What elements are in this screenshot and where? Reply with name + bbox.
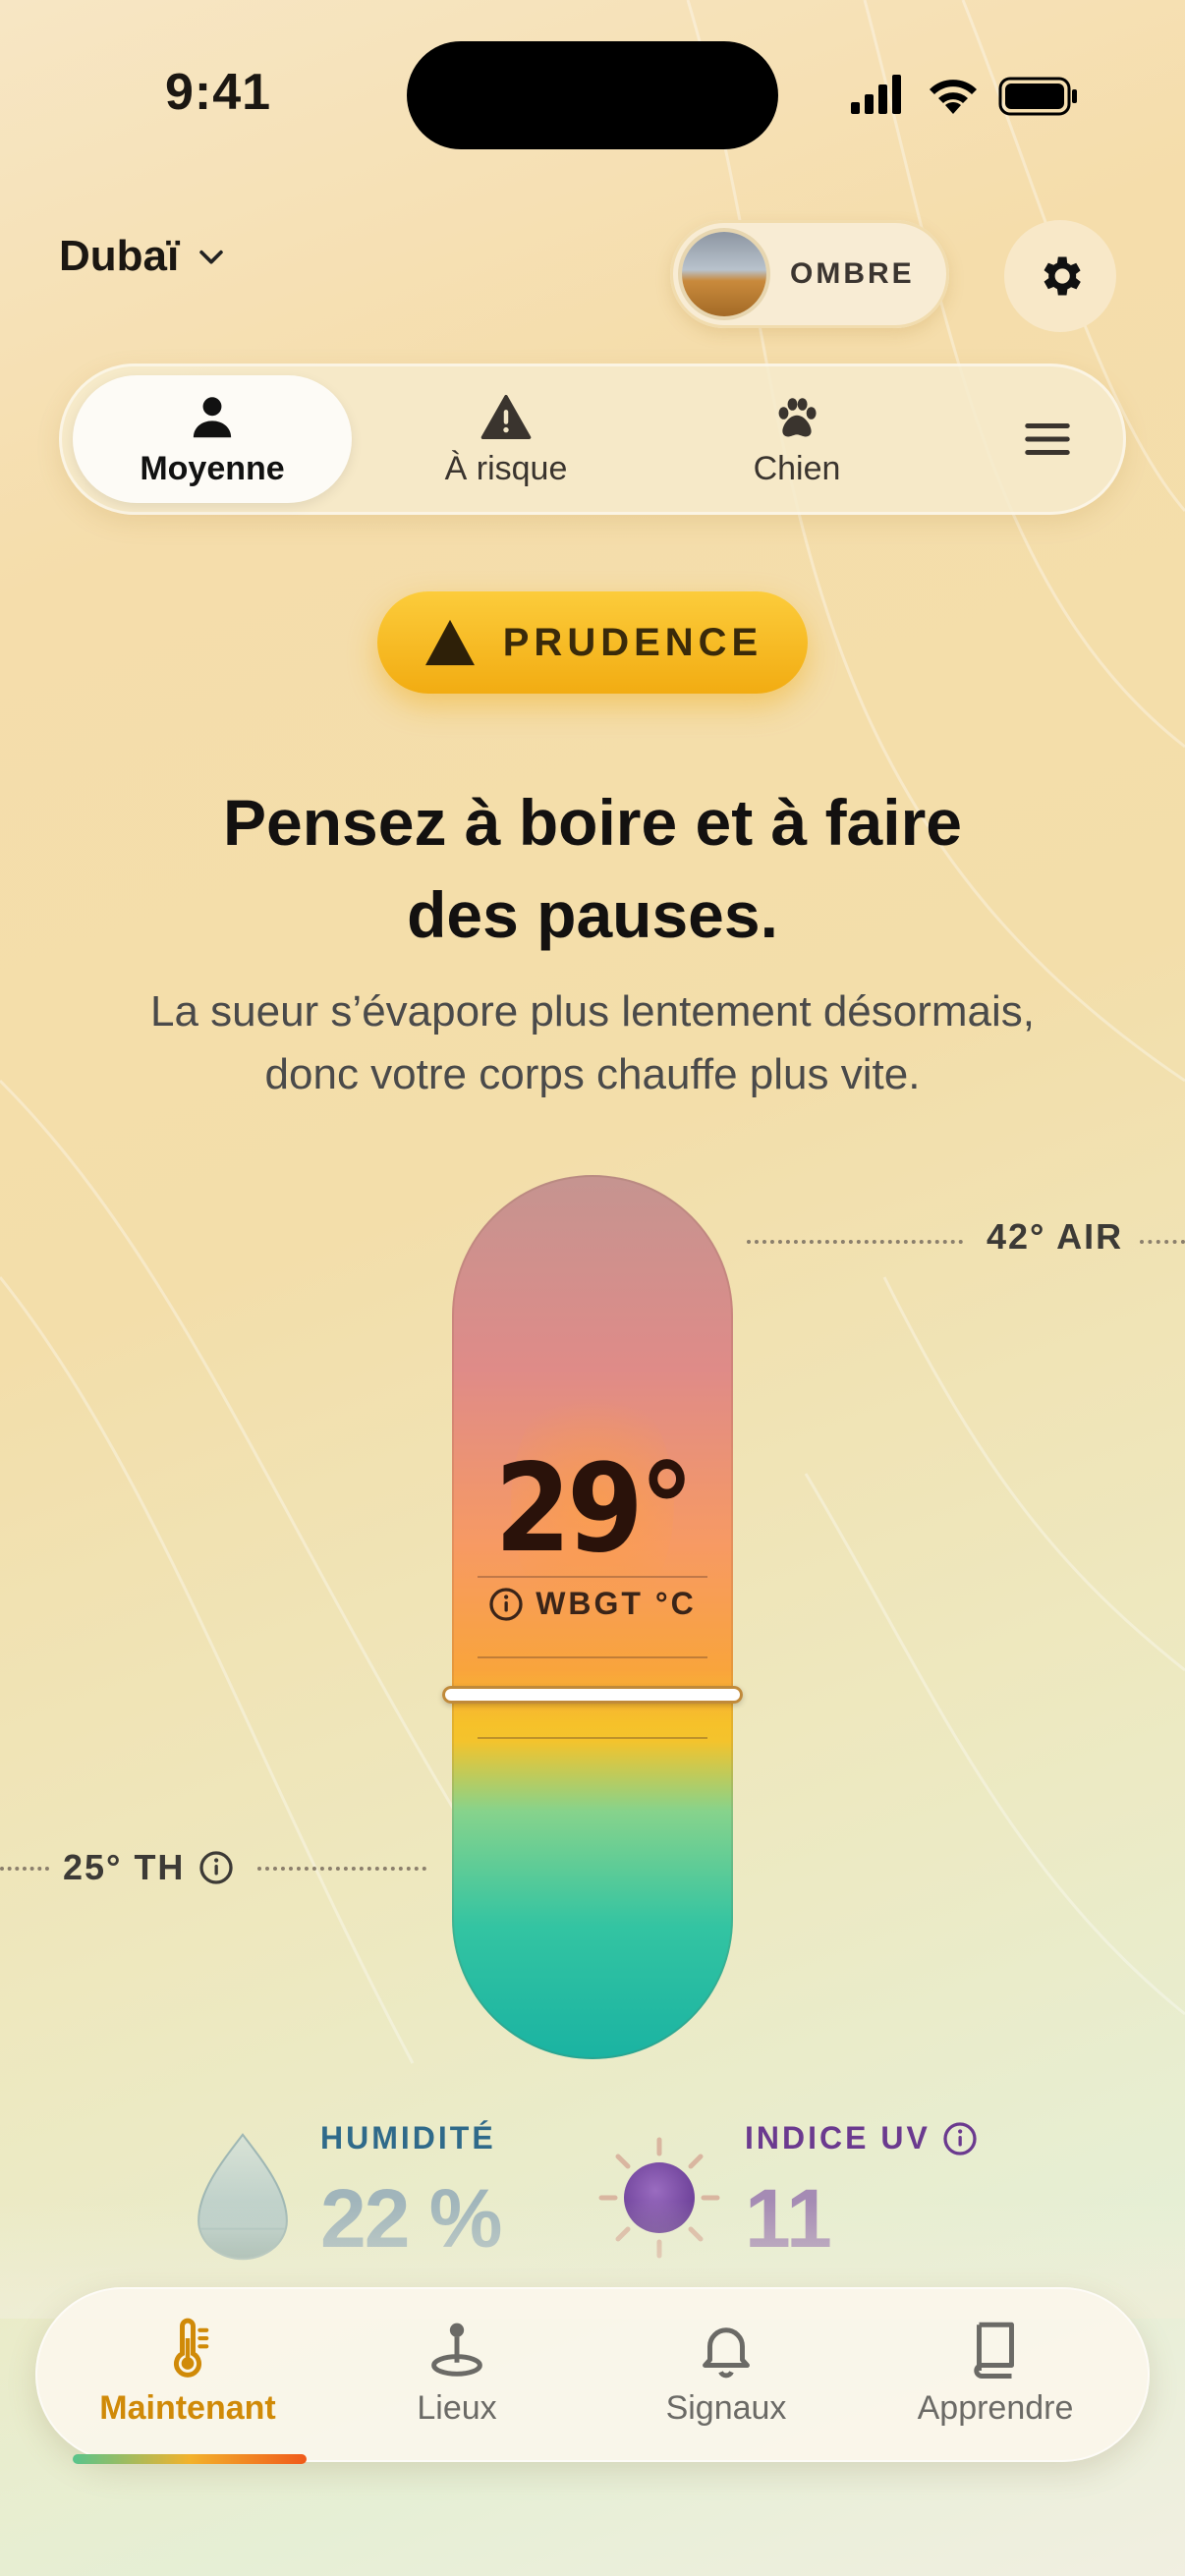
- dynamic-island: [407, 41, 778, 149]
- advice-explanation-line-2: donc votre corps chauffe plus vite.: [264, 1050, 921, 1098]
- info-icon: [199, 1851, 234, 1884]
- nav-learn[interactable]: Apprendre: [863, 2317, 1128, 2428]
- wifi-icon: [930, 80, 977, 114]
- status-time: 9:41: [165, 64, 272, 121]
- map-pin-icon: [431, 2323, 482, 2377]
- air-temp-dotted-line: [747, 1240, 963, 1244]
- wbgt-value: 29°: [494, 1438, 694, 1580]
- status-icons: [851, 75, 1077, 116]
- location-selector[interactable]: Dubaï: [59, 232, 228, 281]
- thermometer-divider: [478, 1737, 707, 1739]
- settings-button[interactable]: [1004, 220, 1116, 332]
- hamburger-menu-icon: [1025, 423, 1070, 455]
- bell-icon: [703, 2327, 750, 2379]
- tab-dog-label: Chien: [753, 449, 841, 487]
- tab-at-risk-label: À risque: [444, 449, 568, 487]
- th-dotted-line: [257, 1867, 426, 1871]
- shade-toggle-knob: [682, 232, 766, 316]
- book-icon: [974, 2322, 1014, 2379]
- warning-triangle-icon: [480, 394, 532, 439]
- info-icon: [489, 1587, 523, 1621]
- wbgt-unit[interactable]: WBGT °C: [452, 1586, 733, 1622]
- nav-signals[interactable]: Signaux: [593, 2317, 859, 2428]
- advice-explanation: La sueur s’évapore plus lentement désorm…: [59, 980, 1126, 1106]
- gear-icon: [1044, 256, 1081, 296]
- threshold-marker: [442, 1686, 743, 1704]
- tab-average[interactable]: Moyenne: [73, 375, 352, 503]
- cellular-signal-icon: [851, 75, 901, 114]
- profile-tabs: Moyenne À risque Chien: [59, 364, 1126, 515]
- bottom-navigation: Maintenant Lieux Signaux Apprendre: [35, 2287, 1150, 2462]
- alert-level-label: PRUDENCE: [502, 620, 763, 664]
- tab-dog[interactable]: Chien: [654, 375, 939, 503]
- warning-triangle-icon: [424, 619, 475, 666]
- chevron-down-icon: [199, 250, 223, 264]
- th-threshold-value: 25° TH: [63, 1847, 186, 1887]
- menu-button[interactable]: [988, 375, 1106, 503]
- shade-toggle-label: OMBRE: [790, 257, 915, 290]
- info-icon: [943, 2121, 977, 2156]
- thermometer-icon: [174, 2318, 209, 2378]
- nav-learn-label: Apprendre: [917, 2389, 1074, 2427]
- battery-icon: [998, 77, 1077, 116]
- nav-signals-label: Signaux: [665, 2389, 787, 2427]
- advice-explanation-line-1: La sueur s’évapore plus lentement désorm…: [149, 987, 1036, 1036]
- nav-now-label: Maintenant: [99, 2389, 276, 2427]
- wbgt-unit-label: WBGT °C: [536, 1586, 697, 1621]
- thermometer-divider: [478, 1656, 707, 1658]
- alert-level-badge[interactable]: PRUDENCE: [377, 591, 808, 694]
- nav-places[interactable]: Lieux: [324, 2317, 590, 2428]
- location-name: Dubaï: [59, 232, 180, 280]
- shade-toggle[interactable]: OMBRE: [670, 220, 949, 328]
- advice-headline-line-1: Pensez à boire et à faire: [222, 786, 962, 859]
- air-temp-dotted-line-end: [1140, 1240, 1185, 1244]
- humidity-title: HUMIDITÉ: [320, 2120, 496, 2156]
- tab-average-label: Moyenne: [140, 449, 285, 487]
- nav-places-label: Lieux: [417, 2389, 497, 2427]
- active-tab-indicator: [73, 2454, 307, 2464]
- paw-icon: [778, 397, 817, 436]
- thermometer-divider: [478, 1576, 707, 1578]
- air-temperature-label: 42° AIR: [987, 1216, 1124, 1257]
- uv-index-title[interactable]: INDICE UV: [745, 2120, 978, 2156]
- th-dotted-line-start: [0, 1867, 49, 1871]
- nav-now[interactable]: Maintenant: [55, 2317, 320, 2428]
- person-icon: [193, 396, 232, 437]
- advice-headline-line-2: des pauses.: [407, 878, 778, 951]
- uv-index-title-label: INDICE UV: [745, 2120, 931, 2156]
- th-threshold-label[interactable]: 25° TH: [63, 1847, 234, 1888]
- advice-headline: Pensez à boire et à faire des pauses.: [0, 776, 1185, 961]
- tab-at-risk[interactable]: À risque: [364, 375, 649, 503]
